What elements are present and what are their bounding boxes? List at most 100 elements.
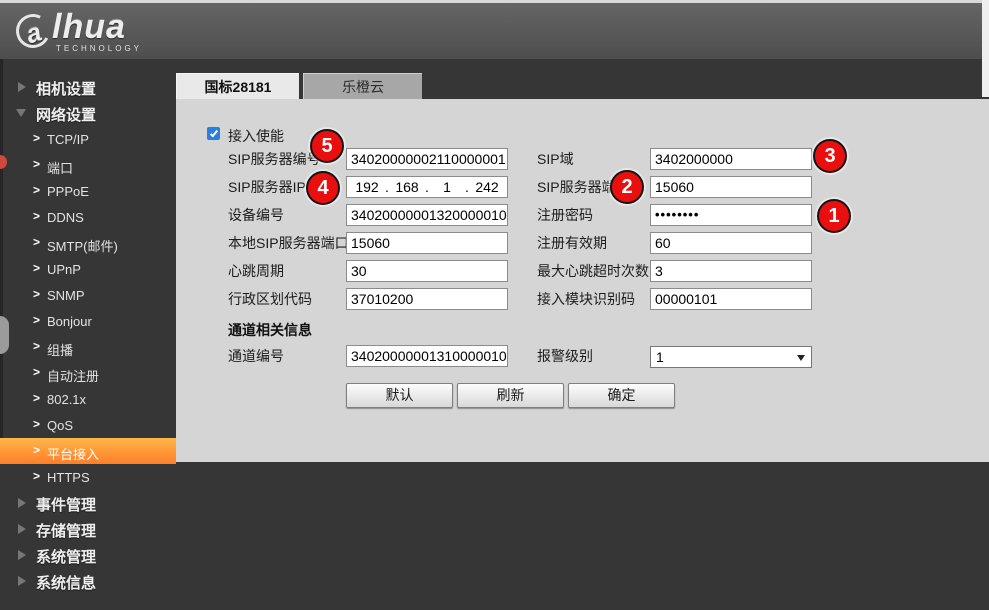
expanded-triangle-icon xyxy=(16,109,26,117)
annotation-circle-2: 2 xyxy=(610,170,644,204)
sidebar-item-label: SNMP xyxy=(47,288,85,303)
sidebar-group-label: 事件管理 xyxy=(36,494,96,515)
sip-server-ip-label: SIP服务器IP xyxy=(228,176,306,198)
tab-gb28181[interactable]: 国标28181 xyxy=(176,73,299,99)
ip-octet-2[interactable]: 168 xyxy=(391,177,423,197)
chevron-right-icon: > xyxy=(33,339,40,353)
channel-section-header: 通道相关信息 xyxy=(228,320,312,340)
sidebar-item-label: DDNS xyxy=(47,210,84,225)
sidebar-item-snmp[interactable]: > SNMP xyxy=(0,282,176,308)
confirm-button[interactable]: 确定 xyxy=(568,383,675,408)
register-password-input[interactable]: •••••••• xyxy=(650,204,812,226)
sidebar-item-port[interactable]: > 端口 xyxy=(0,152,176,178)
ip-octet-4[interactable]: 242 xyxy=(471,177,503,197)
chevron-right-icon: > xyxy=(33,417,40,431)
sidebar-item-label: TCP/IP xyxy=(47,132,89,147)
sidebar-group-label: 网络设置 xyxy=(36,104,96,125)
sidebar-group-label: 存储管理 xyxy=(36,520,96,541)
sidebar-group-network[interactable]: 网络设置 xyxy=(0,100,176,126)
sidebar-group-camera[interactable]: 相机设置 xyxy=(0,74,176,100)
annotation-circle-1: 1 xyxy=(817,199,851,233)
device-id-input[interactable]: 34020000001320000010 xyxy=(346,204,508,226)
channel-id-input[interactable]: 34020000001310000010 xyxy=(346,345,508,367)
sip-domain-label: SIP域 xyxy=(537,148,574,170)
sidebar-item-multicast[interactable]: > 组播 xyxy=(0,334,176,360)
sidebar-group-label: 相机设置 xyxy=(36,78,96,99)
collapsed-triangle-icon xyxy=(18,576,26,586)
chevron-right-icon: > xyxy=(33,209,40,223)
sidebar-item-qos[interactable]: > QoS xyxy=(0,412,176,438)
max-heartbeat-timeout-input[interactable]: 3 xyxy=(650,260,812,282)
enable-checkbox-label: 接入使能 xyxy=(228,126,284,146)
sidebar-item-tcpip[interactable]: > TCP/IP xyxy=(0,126,176,152)
sidebar-item-ddns[interactable]: > DDNS xyxy=(0,204,176,230)
sidebar-item-smtp[interactable]: > SMTP(邮件) xyxy=(0,230,176,256)
collapsed-triangle-icon xyxy=(18,82,26,92)
sidebar-item-label: 组播 xyxy=(47,340,73,359)
ip-octet-3[interactable]: 1 xyxy=(431,177,463,197)
sip-server-id-input[interactable]: 34020000002110000001 xyxy=(346,148,508,170)
chevron-right-icon: > xyxy=(33,443,40,457)
refresh-button[interactable]: 刷新 xyxy=(457,383,564,408)
heartbeat-period-input[interactable]: 30 xyxy=(346,260,508,282)
sip-domain-input[interactable]: 3402000000 xyxy=(650,148,812,170)
sip-server-ip-input[interactable]: 192 . 168 . 1 . 242 xyxy=(346,176,508,198)
annotation-circle-3: 3 xyxy=(813,139,847,173)
max-heartbeat-timeout-label: 最大心跳超时次数 xyxy=(537,260,649,282)
chevron-right-icon: > xyxy=(33,131,40,145)
alarm-level-select[interactable]: 1 xyxy=(650,346,812,368)
sidebar-item-bonjour[interactable]: > Bonjour xyxy=(0,308,176,334)
sidebar-group-system[interactable]: 系统管理 xyxy=(0,542,176,568)
sidebar-group-event[interactable]: 事件管理 xyxy=(0,490,176,516)
dahua-logo: alhua TECHNOLOGY xyxy=(16,8,142,53)
logo-tagline: TECHNOLOGY xyxy=(56,44,142,53)
sidebar-item-pppoe[interactable]: > PPPoE xyxy=(0,178,176,204)
sidebar-item-label: SMTP(邮件) xyxy=(47,236,118,255)
collapsed-triangle-icon xyxy=(18,550,26,560)
sidebar-item-8021x[interactable]: > 802.1x xyxy=(0,386,176,412)
ip-separator: . xyxy=(423,177,431,197)
chevron-right-icon: > xyxy=(33,469,40,483)
chevron-right-icon: > xyxy=(33,313,40,327)
sip-server-port-input[interactable]: 15060 xyxy=(650,176,812,198)
sidebar-item-platform-access[interactable]: > 平台接入 xyxy=(0,438,176,464)
default-button[interactable]: 默认 xyxy=(346,383,453,408)
collapsed-triangle-icon xyxy=(18,498,26,508)
admin-region-code-input[interactable]: 37010200 xyxy=(346,288,508,310)
sidebar-group-storage[interactable]: 存储管理 xyxy=(0,516,176,542)
sidebar-item-label: HTTPS xyxy=(47,470,90,485)
sidebar-group-label: 系统信息 xyxy=(36,572,96,593)
chevron-right-icon: > xyxy=(33,261,40,275)
collapsed-triangle-icon xyxy=(18,524,26,534)
dahua-web-config-page: alhua TECHNOLOGY 相机设置 网络设置 > TCP/IP > 端口… xyxy=(0,0,989,610)
alarm-level-value: 1 xyxy=(656,349,664,365)
sidebar-item-label: 自动注册 xyxy=(47,366,99,385)
sidebar-group-sysinfo[interactable]: 系统信息 xyxy=(0,568,176,594)
sidebar-item-label: 平台接入 xyxy=(47,444,99,463)
sidebar-item-https[interactable]: > HTTPS xyxy=(0,464,176,490)
sidebar-item-auto-register[interactable]: > 自动注册 xyxy=(0,360,176,386)
enable-checkbox[interactable] xyxy=(207,127,220,140)
sidebar-item-upnp[interactable]: > UPnP xyxy=(0,256,176,282)
sip-server-id-label: SIP服务器编号 xyxy=(228,148,321,170)
access-module-code-input[interactable]: 00000101 xyxy=(650,288,812,310)
chevron-right-icon: > xyxy=(33,391,40,405)
local-sip-port-label: 本地SIP服务器端口 xyxy=(228,232,349,254)
device-id-label: 设备编号 xyxy=(228,204,284,226)
chevron-right-icon: > xyxy=(33,235,40,249)
register-valid-input[interactable]: 60 xyxy=(650,232,812,254)
sidebar-item-label: Bonjour xyxy=(47,314,92,329)
register-valid-label: 注册有效期 xyxy=(537,232,607,254)
chevron-right-icon: > xyxy=(33,183,40,197)
chevron-right-icon: > xyxy=(33,287,40,301)
sidebar-item-label: 802.1x xyxy=(47,392,86,407)
tab-lechange[interactable]: 乐橙云 xyxy=(303,73,422,99)
logo-a-ring: a xyxy=(12,10,55,53)
sidebar-item-label: UPnP xyxy=(47,262,81,277)
logo-wordmark: lhua xyxy=(52,8,126,46)
scrollbar-strip[interactable] xyxy=(982,0,989,97)
sidebar-item-label: PPPoE xyxy=(47,184,89,199)
access-module-code-label: 接入模块识别码 xyxy=(537,288,635,310)
ip-octet-1[interactable]: 192 xyxy=(351,177,383,197)
local-sip-port-input[interactable]: 15060 xyxy=(346,232,508,254)
